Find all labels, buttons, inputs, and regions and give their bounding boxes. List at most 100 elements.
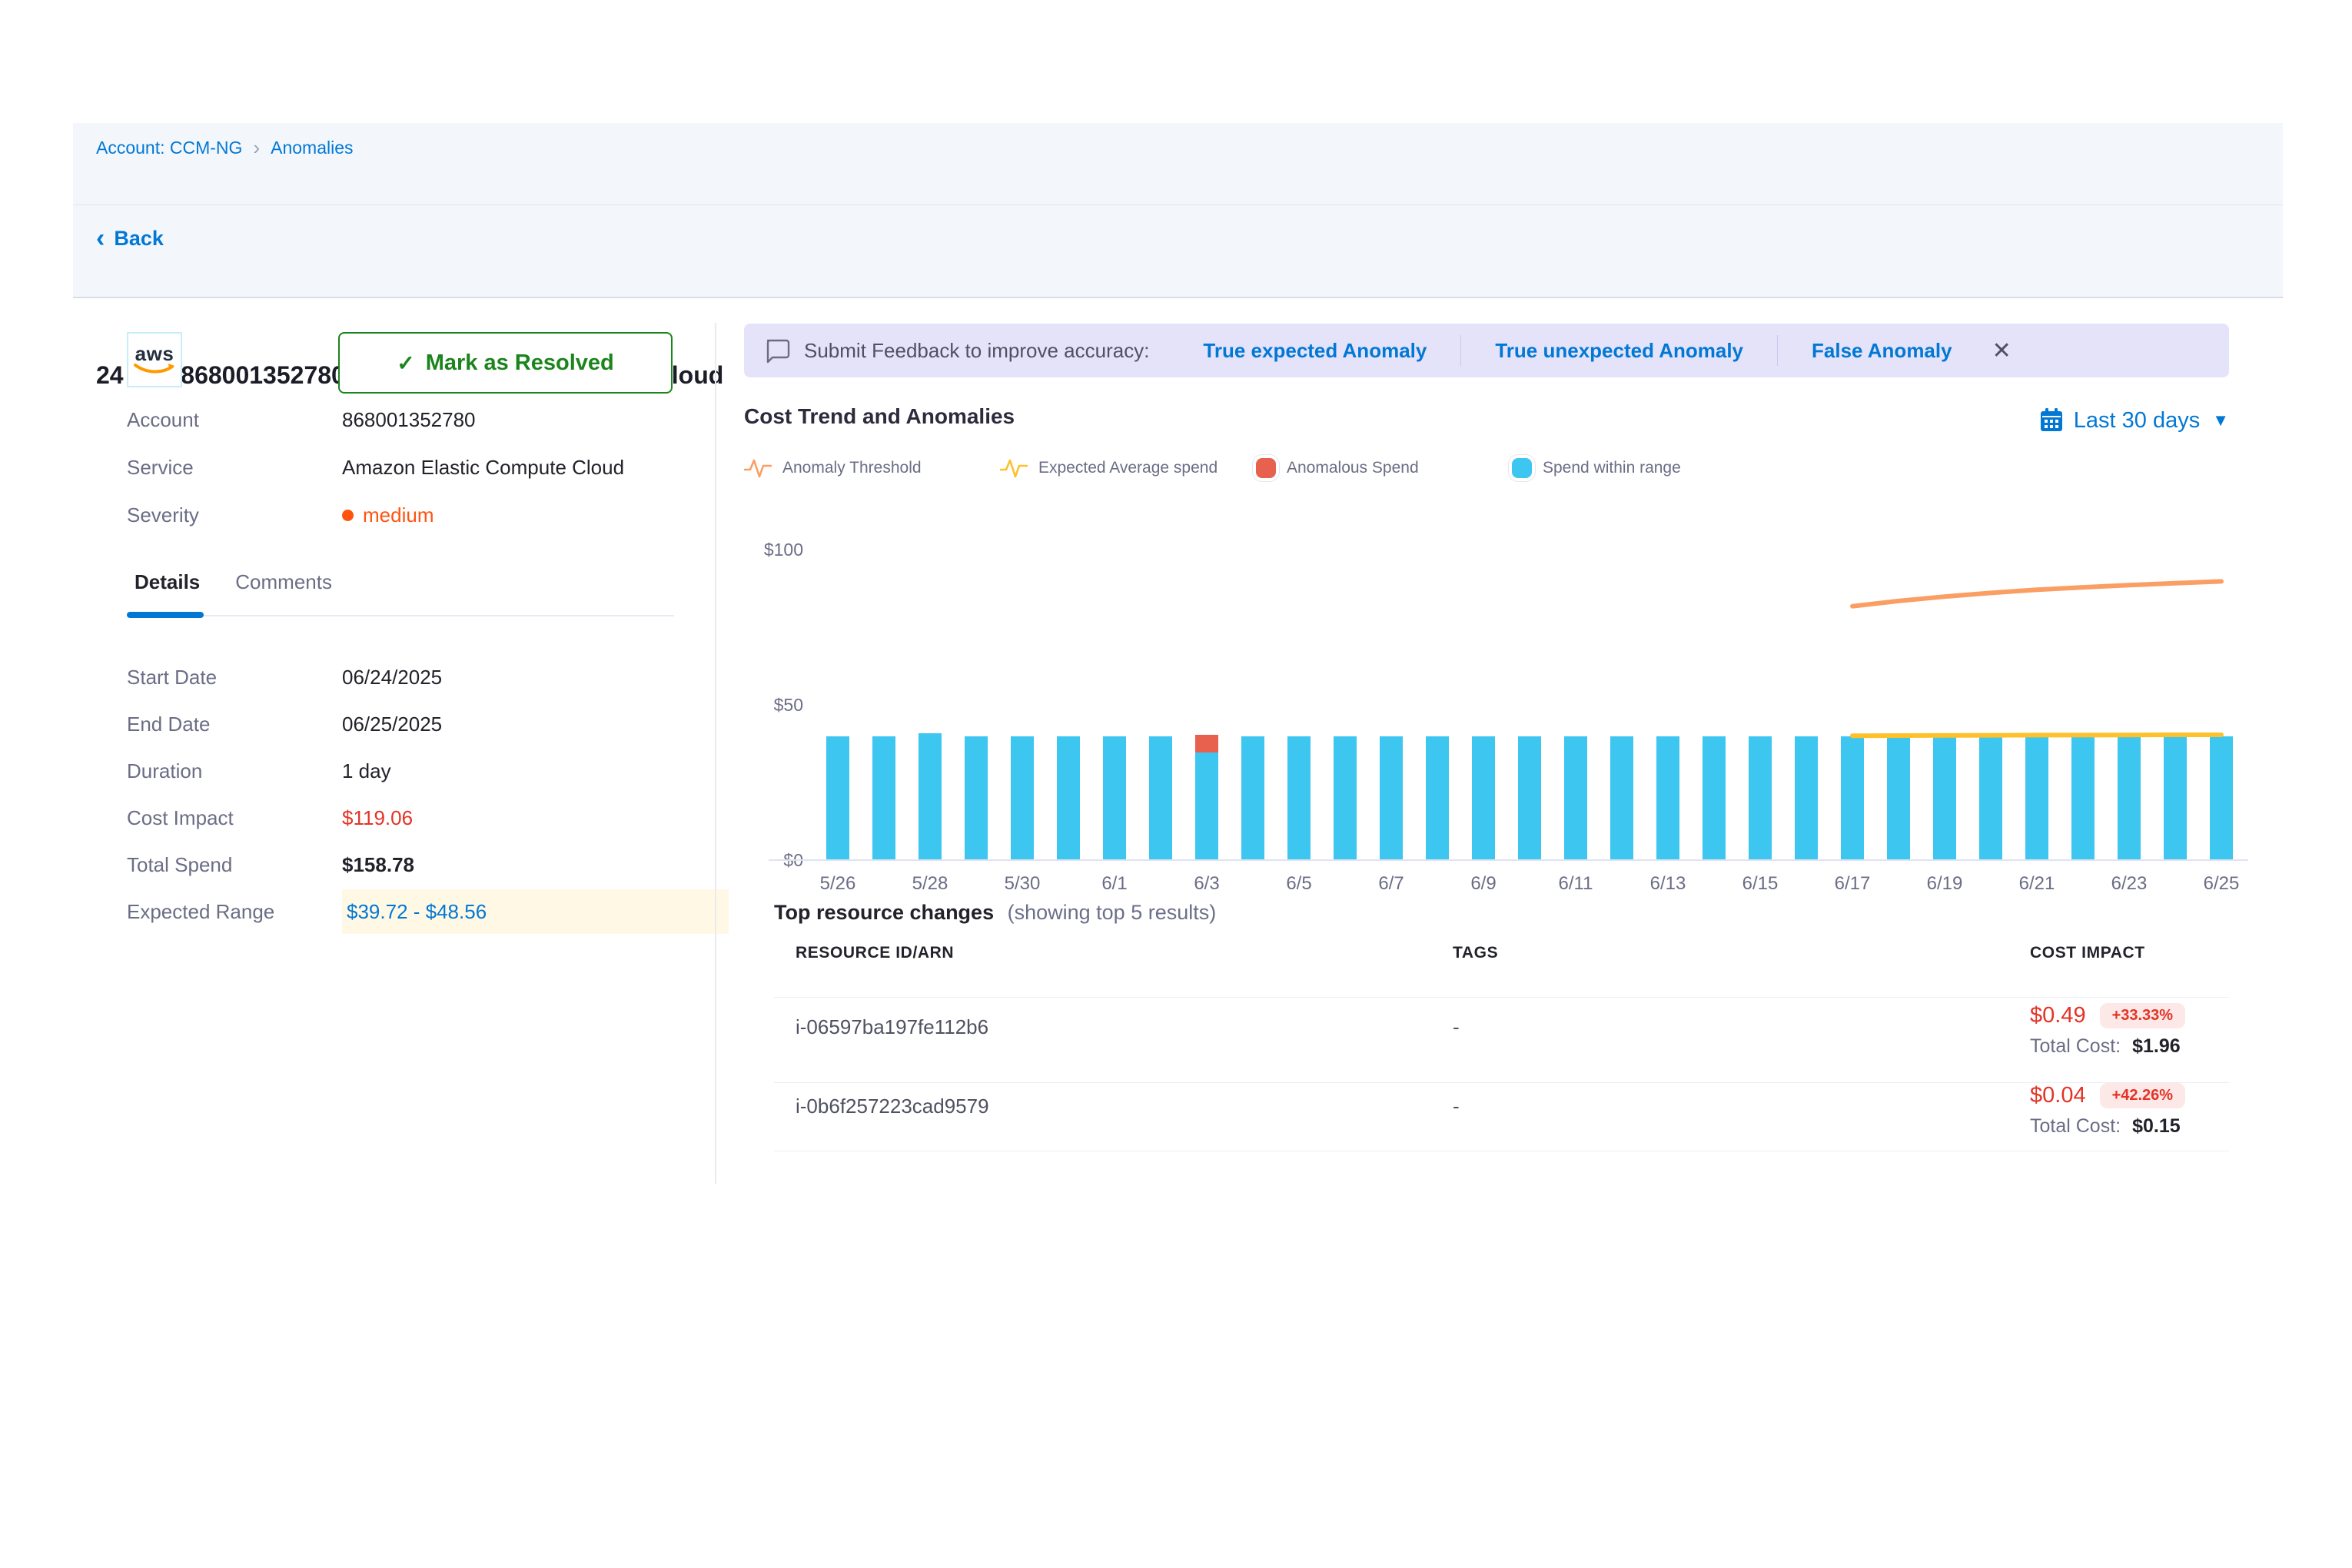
detail-label: End Date bbox=[127, 709, 210, 739]
legend-expected-average: Expected Average spend bbox=[1000, 453, 1256, 483]
feedback-bar: Submit Feedback to improve accuracy: Tru… bbox=[744, 324, 2229, 377]
panel-divider bbox=[715, 323, 716, 1184]
pulse-line-icon bbox=[744, 457, 772, 480]
detail-value: 1 day bbox=[342, 756, 391, 786]
resource-tags: - bbox=[1453, 1015, 1460, 1039]
summary-label: Account bbox=[127, 405, 199, 434]
x-axis-tick: 6/1 bbox=[1080, 873, 1149, 895]
resolve-button-label: Mark as Resolved bbox=[426, 350, 614, 376]
summary-label: Severity bbox=[127, 500, 199, 530]
cost-trend-chart bbox=[815, 523, 2244, 859]
left-panel-tabs: Details Comments bbox=[135, 570, 332, 601]
x-axis-tick: 5/28 bbox=[895, 873, 965, 895]
resource-id-link[interactable]: i-06597ba197fe112b6 bbox=[796, 1015, 988, 1039]
legend-anomaly-threshold: Anomaly Threshold bbox=[744, 453, 1000, 483]
card-header: Account: CCM-NG › Anomalies ‹ Back bbox=[73, 123, 2283, 298]
legend-spend-within-range: Spend within range bbox=[1512, 453, 1768, 483]
resources-heading-sub: (showing top 5 results) bbox=[1008, 901, 1217, 924]
column-cost-impact: COST IMPACT bbox=[2030, 944, 2145, 962]
aws-smile-icon bbox=[133, 363, 176, 375]
back-button[interactable]: ‹ Back bbox=[96, 221, 164, 255]
x-axis-tick: 6/25 bbox=[2187, 873, 2256, 895]
red-square-icon bbox=[1256, 458, 1276, 478]
table-divider bbox=[774, 997, 2229, 998]
legend-label: Anomalous Spend bbox=[1287, 459, 1419, 477]
aws-logo: aws bbox=[127, 332, 182, 387]
total-cost-label: Total Cost: bbox=[2030, 1035, 2121, 1057]
comment-bubble-icon bbox=[764, 337, 790, 364]
x-axis-tick: 6/13 bbox=[1633, 873, 1703, 895]
legend-anomalous-spend: Anomalous Spend bbox=[1256, 453, 1512, 483]
mark-as-resolved-button[interactable]: ✓ Mark as Resolved bbox=[338, 332, 673, 394]
breadcrumb-account-link[interactable]: Account: CCM-NG bbox=[96, 138, 242, 158]
detail-label: Total Spend bbox=[127, 850, 232, 879]
detail-label: Cost Impact bbox=[127, 803, 234, 832]
feedback-false-anomaly[interactable]: False Anomaly bbox=[1812, 339, 1952, 363]
close-icon[interactable]: ✕ bbox=[1992, 337, 2011, 364]
feedback-prompt: Submit Feedback to improve accuracy: bbox=[804, 339, 1149, 363]
x-axis-tick: 5/30 bbox=[988, 873, 1057, 895]
date-range-label: Last 30 days bbox=[2074, 408, 2200, 434]
tab-divider bbox=[127, 615, 674, 616]
summary-row-service: Service Amazon Elastic Compute Cloud bbox=[127, 453, 711, 482]
detail-value: 06/25/2025 bbox=[342, 709, 442, 739]
resource-tags: - bbox=[1453, 1095, 1460, 1118]
detail-row-cost-impact: Cost Impact $119.06 bbox=[127, 803, 715, 832]
breadcrumb: Account: CCM-NG › Anomalies bbox=[96, 132, 354, 163]
detail-value: 06/24/2025 bbox=[342, 663, 442, 692]
line-expected-average-spend bbox=[1852, 735, 2221, 736]
summary-value: Amazon Elastic Compute Cloud bbox=[342, 453, 624, 482]
resource-id-link[interactable]: i-0b6f257223cad9579 bbox=[796, 1095, 989, 1118]
back-label: Back bbox=[114, 227, 164, 251]
x-axis-tick: 6/15 bbox=[1726, 873, 1795, 895]
x-axis-tick: 6/21 bbox=[2002, 873, 2071, 895]
check-icon: ✓ bbox=[397, 350, 414, 376]
detail-row-total-spend: Total Spend $158.78 bbox=[127, 850, 715, 879]
x-axis-tick: 6/19 bbox=[1910, 873, 1979, 895]
tab-details[interactable]: Details bbox=[135, 570, 200, 601]
table-divider bbox=[774, 1082, 2229, 1083]
x-axis-tick: 6/11 bbox=[1541, 873, 1610, 895]
total-cost-value: $1.96 bbox=[2132, 1035, 2181, 1057]
active-tab-underline bbox=[127, 612, 204, 618]
feedback-true-expected[interactable]: True expected Anomaly bbox=[1203, 339, 1427, 363]
y-axis-tick: $50 bbox=[723, 693, 803, 716]
chart-legend: Anomaly Threshold Expected Average spend… bbox=[744, 453, 2227, 483]
chart-title: Cost Trend and Anomalies bbox=[744, 404, 1015, 429]
cost-impact-amount: $0.04 bbox=[2030, 1083, 2086, 1108]
chevron-down-icon: ▼ bbox=[2212, 410, 2229, 430]
detail-row-end-date: End Date 06/25/2025 bbox=[127, 709, 715, 739]
trend-lines bbox=[815, 523, 2244, 859]
x-axis-tick: 5/26 bbox=[803, 873, 872, 895]
detail-label: Expected Range bbox=[127, 897, 274, 926]
detail-label: Start Date bbox=[127, 663, 217, 692]
total-cost-label: Total Cost: bbox=[2030, 1115, 2121, 1137]
x-axis-tick: 6/23 bbox=[2095, 873, 2164, 895]
cost-impact-amount: $0.49 bbox=[2030, 1003, 2086, 1028]
legend-label: Spend within range bbox=[1543, 459, 1681, 477]
chevron-left-icon: ‹ bbox=[96, 227, 105, 250]
cyan-square-icon bbox=[1512, 458, 1532, 478]
detail-label: Duration bbox=[127, 756, 202, 786]
total-spend-value: $158.78 bbox=[342, 850, 414, 879]
date-range-selector[interactable]: Last 30 days ▼ bbox=[2040, 404, 2229, 437]
x-axis-tick: 6/17 bbox=[1818, 873, 1887, 895]
x-axis-tick: 6/3 bbox=[1172, 873, 1241, 895]
aws-logo-text: aws bbox=[135, 344, 174, 363]
detail-row-duration: Duration 1 day bbox=[127, 756, 715, 786]
calendar-icon bbox=[2040, 408, 2063, 433]
x-axis-line bbox=[769, 859, 2248, 861]
x-axis-tick: 6/7 bbox=[1357, 873, 1426, 895]
column-resource-id: RESOURCE ID/ARN bbox=[796, 944, 954, 962]
feedback-true-unexpected[interactable]: True unexpected Anomaly bbox=[1495, 339, 1743, 363]
breadcrumb-anomalies-link[interactable]: Anomalies bbox=[271, 138, 353, 158]
tab-comments[interactable]: Comments bbox=[235, 570, 332, 601]
expected-range-value: $39.72 - $48.56 bbox=[342, 889, 729, 934]
anomaly-detail-page: Account: CCM-NG › Anomalies ‹ Back 24 Ju… bbox=[0, 0, 2352, 1568]
x-axis-labels: 5/265/285/306/16/36/56/76/96/116/136/156… bbox=[815, 873, 2244, 898]
summary-label: Service bbox=[127, 453, 194, 482]
column-tags: TAGS bbox=[1453, 944, 1498, 962]
summary-row-severity: Severity medium bbox=[127, 500, 711, 530]
line-anomaly-threshold bbox=[1852, 581, 2221, 606]
y-axis-tick: $100 bbox=[723, 538, 803, 561]
